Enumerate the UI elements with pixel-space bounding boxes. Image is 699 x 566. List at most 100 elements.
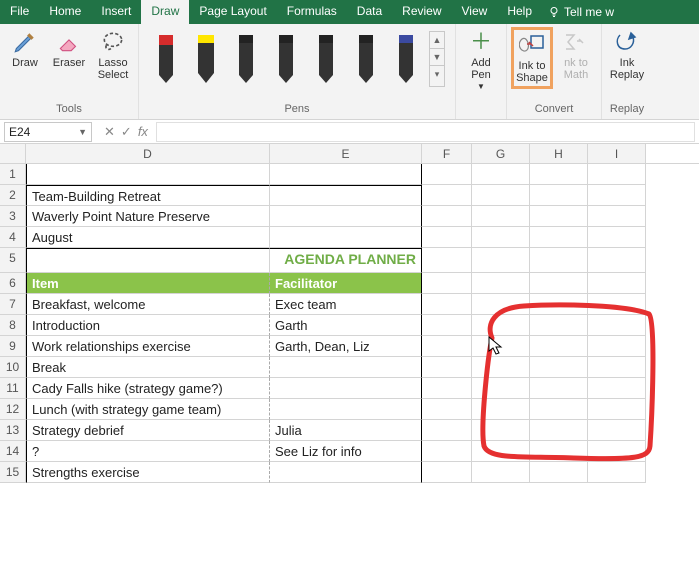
row-header[interactable]: 4 — [0, 227, 26, 248]
row-header[interactable]: 2 — [0, 185, 26, 206]
cell[interactable] — [588, 315, 646, 336]
cell[interactable] — [422, 441, 472, 462]
col-header-I[interactable]: I — [588, 144, 646, 163]
tab-page-layout[interactable]: Page Layout — [189, 0, 276, 24]
cell[interactable] — [588, 185, 646, 206]
cell[interactable]: Lunch (with strategy game team) — [26, 399, 270, 420]
cell[interactable] — [422, 248, 472, 273]
tell-me[interactable]: Tell me w — [542, 0, 620, 24]
cell[interactable] — [270, 164, 422, 185]
cell[interactable] — [530, 248, 588, 273]
formula-input[interactable] — [156, 122, 695, 142]
cell[interactable]: Waverly Point Nature Preserve — [26, 206, 270, 227]
row-header[interactable]: 9 — [0, 336, 26, 357]
tab-draw[interactable]: Draw — [141, 0, 189, 24]
cell[interactable]: August — [26, 227, 270, 248]
agenda-title[interactable]: AGENDA PLANNER — [270, 248, 422, 273]
tab-file[interactable]: File — [0, 0, 39, 24]
pen-black-1[interactable] — [229, 31, 263, 87]
col-header-G[interactable]: G — [472, 144, 530, 163]
cell[interactable] — [588, 420, 646, 441]
cell[interactable] — [422, 294, 472, 315]
lasso-select-button[interactable]: Lasso Select — [92, 27, 134, 83]
row-header[interactable]: 11 — [0, 378, 26, 399]
pen-black-2[interactable] — [269, 31, 303, 87]
tab-home[interactable]: Home — [39, 0, 91, 24]
col-header-H[interactable]: H — [530, 144, 588, 163]
gallery-more-icon[interactable]: ▾ — [430, 66, 444, 83]
cell[interactable] — [588, 462, 646, 483]
cell[interactable] — [472, 248, 530, 273]
pen-galaxy[interactable] — [389, 31, 423, 87]
col-header-F[interactable]: F — [422, 144, 472, 163]
cell[interactable] — [588, 399, 646, 420]
cell[interactable] — [530, 164, 588, 185]
row-header[interactable]: 8 — [0, 315, 26, 336]
table-header[interactable]: Item — [26, 273, 270, 294]
cell[interactable] — [530, 357, 588, 378]
cell[interactable] — [472, 420, 530, 441]
eraser-button[interactable]: Eraser — [48, 27, 90, 71]
cell[interactable] — [530, 294, 588, 315]
cell[interactable]: Julia — [270, 420, 422, 441]
cell[interactable] — [422, 357, 472, 378]
cell[interactable] — [472, 315, 530, 336]
cell[interactable] — [530, 185, 588, 206]
cell[interactable]: Garth, Dean, Liz — [270, 336, 422, 357]
column-headers[interactable]: D E F G H I — [26, 144, 699, 164]
cell[interactable] — [530, 336, 588, 357]
cell[interactable] — [270, 357, 422, 378]
cell[interactable] — [422, 378, 472, 399]
cell[interactable] — [588, 378, 646, 399]
cell[interactable]: ? — [26, 441, 270, 462]
cell[interactable] — [26, 164, 270, 185]
gallery-down-icon[interactable]: ▼ — [430, 49, 444, 66]
row-header[interactable]: 5 — [0, 248, 26, 273]
cell[interactable] — [472, 441, 530, 462]
table-header[interactable]: Facilitator — [270, 273, 422, 294]
cell[interactable] — [530, 378, 588, 399]
cell[interactable] — [422, 336, 472, 357]
cell[interactable] — [530, 420, 588, 441]
cell[interactable] — [422, 164, 472, 185]
cell[interactable] — [422, 315, 472, 336]
gallery-scroll[interactable]: ▲ ▼ ▾ — [429, 31, 445, 87]
cell[interactable] — [588, 248, 646, 273]
cell[interactable] — [472, 294, 530, 315]
cell[interactable] — [530, 462, 588, 483]
cancel-icon[interactable]: ✕ — [104, 124, 115, 140]
row-header[interactable]: 6 — [0, 273, 26, 294]
pen-black-4[interactable] — [349, 31, 383, 87]
pen-red[interactable] — [149, 31, 183, 87]
cell[interactable]: Introduction — [26, 315, 270, 336]
col-header-E[interactable]: E — [270, 144, 422, 163]
cell[interactable] — [422, 420, 472, 441]
select-all-box[interactable] — [0, 144, 26, 164]
cell[interactable] — [588, 164, 646, 185]
cell[interactable]: Strategy debrief — [26, 420, 270, 441]
row-header[interactable]: 14 — [0, 441, 26, 462]
row-header[interactable]: 12 — [0, 399, 26, 420]
row-header[interactable]: 1 — [0, 164, 26, 185]
cell[interactable] — [422, 227, 472, 248]
cell[interactable] — [472, 399, 530, 420]
row-header[interactable]: 13 — [0, 420, 26, 441]
pen-black-3[interactable] — [309, 31, 343, 87]
cell[interactable] — [472, 227, 530, 248]
tab-view[interactable]: View — [452, 0, 498, 24]
cell[interactable] — [530, 206, 588, 227]
cell[interactable] — [472, 462, 530, 483]
cell[interactable]: Team-Building Retreat — [26, 185, 270, 206]
cell[interactable] — [588, 227, 646, 248]
cell[interactable] — [472, 378, 530, 399]
cell[interactable] — [588, 357, 646, 378]
cell[interactable] — [270, 206, 422, 227]
cell[interactable] — [530, 399, 588, 420]
ink-replay-button[interactable]: Ink Replay — [606, 27, 648, 83]
cell[interactable] — [270, 462, 422, 483]
cell[interactable] — [270, 227, 422, 248]
cell[interactable]: Exec team — [270, 294, 422, 315]
tab-formulas[interactable]: Formulas — [277, 0, 347, 24]
cell[interactable]: Cady Falls hike (strategy game?) — [26, 378, 270, 399]
gallery-up-icon[interactable]: ▲ — [430, 32, 444, 49]
